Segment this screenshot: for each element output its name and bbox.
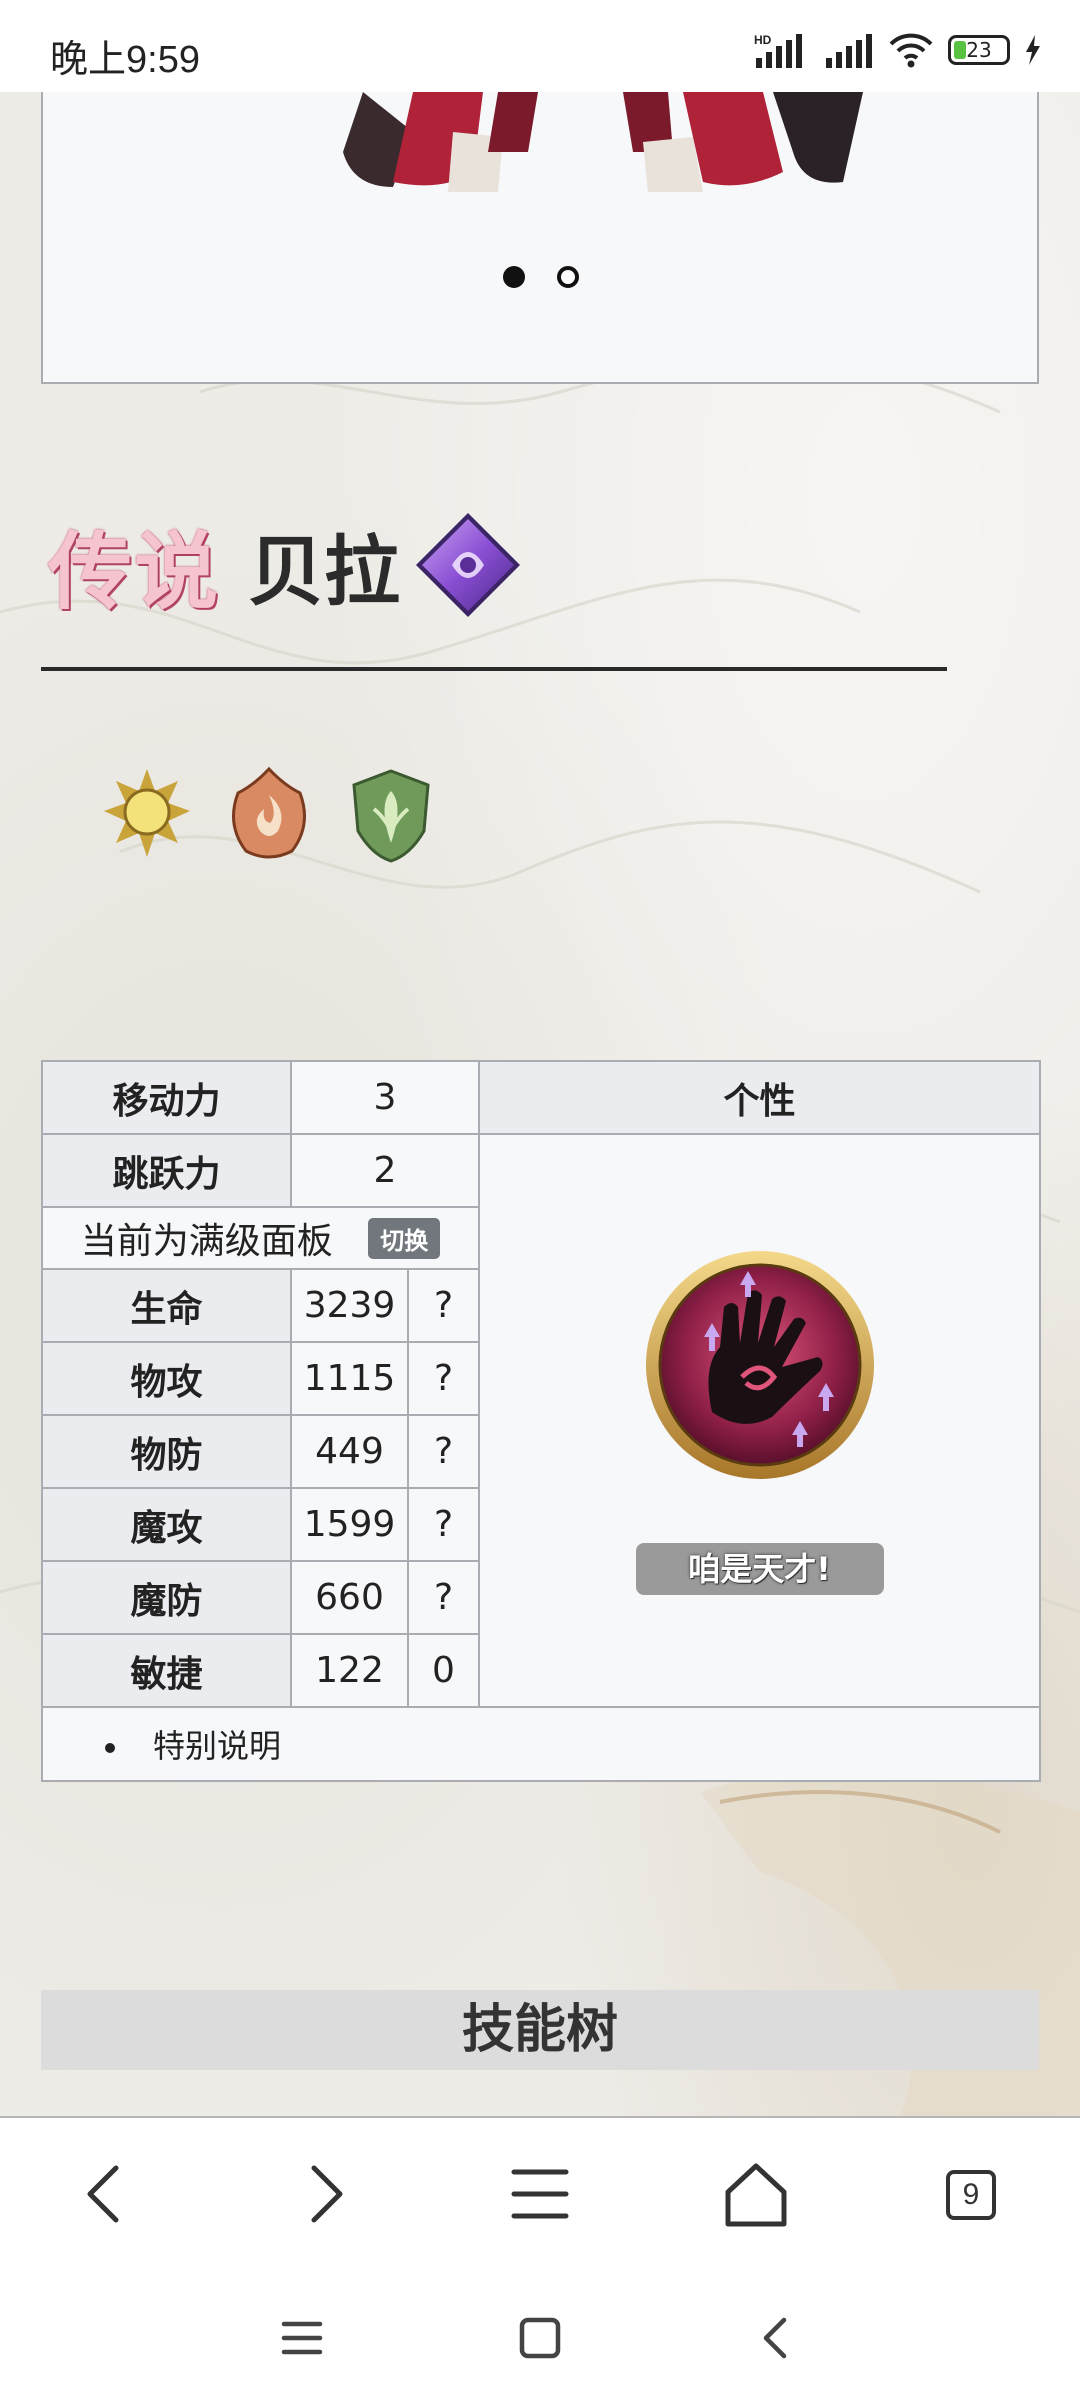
stat-extra: ? bbox=[407, 1487, 480, 1562]
charging-bolt-icon bbox=[1026, 35, 1040, 65]
carousel-dot-active[interactable] bbox=[503, 266, 525, 288]
stat-label: 物攻 bbox=[41, 1341, 292, 1416]
battery-fill bbox=[954, 41, 966, 59]
stat-value: 1115 bbox=[290, 1341, 409, 1416]
status-icons: HD 23 bbox=[754, 30, 1042, 70]
stat-value: 1599 bbox=[290, 1487, 409, 1562]
character-name: 贝拉 bbox=[248, 527, 401, 616]
carousel-dot-inactive[interactable] bbox=[557, 266, 579, 288]
bullet-icon bbox=[105, 1743, 115, 1753]
cellular-signal-hd-icon: HD bbox=[754, 33, 802, 68]
stats-table: 移动力 3 个性 跳跃力 2 咱是天才! 当前为满级面板 切换 生命 3239 … bbox=[41, 1060, 1041, 1782]
attribute-icons bbox=[100, 765, 438, 865]
status-time: 晚上9:59 bbox=[50, 39, 200, 81]
recent-apps-icon[interactable] bbox=[272, 2308, 332, 2368]
jump-value: 2 bbox=[290, 1133, 480, 1208]
special-note: 特别说明 bbox=[153, 1727, 282, 1765]
tabs-count-button[interactable]: 9 bbox=[946, 2170, 996, 2220]
stat-value: 3239 bbox=[290, 1268, 409, 1343]
trait-name: 咱是天才! bbox=[635, 1542, 884, 1595]
hand-skill-icon[interactable] bbox=[642, 1247, 878, 1483]
svg-text:HD: HD bbox=[754, 33, 772, 47]
stat-value: 122 bbox=[290, 1633, 409, 1708]
leaf-emblem-icon bbox=[352, 769, 430, 863]
stat-value: 660 bbox=[290, 1560, 409, 1635]
stat-extra: ? bbox=[407, 1560, 480, 1635]
stat-label: 魔攻 bbox=[41, 1487, 292, 1562]
cellular-signal-icon bbox=[826, 34, 872, 68]
trait-header: 个性 bbox=[478, 1060, 1041, 1135]
status-bar: 晚上9:59 HD 23 bbox=[0, 0, 1080, 92]
stat-value: 449 bbox=[290, 1414, 409, 1489]
rarity-label: 传说 bbox=[48, 521, 221, 621]
flame-emblem-icon bbox=[232, 766, 306, 859]
character-image-carousel[interactable] bbox=[41, 92, 1039, 384]
trait-cell: 咱是天才! bbox=[478, 1133, 1041, 1708]
browser-toolbar: 9 bbox=[0, 2116, 1080, 2270]
panel-note-cell: 当前为满级面板 切换 bbox=[41, 1206, 480, 1270]
purple-diamond-icon bbox=[416, 513, 521, 617]
skill-tree-header[interactable]: 技能树 bbox=[41, 1990, 1039, 2070]
battery-percent: 23 bbox=[966, 38, 992, 62]
back-icon[interactable] bbox=[746, 2308, 806, 2368]
move-value: 3 bbox=[290, 1060, 480, 1135]
character-illustration bbox=[343, 92, 863, 192]
character-title: 传说 贝拉 bbox=[48, 505, 524, 625]
title-divider bbox=[41, 667, 947, 671]
stat-label: 敏捷 bbox=[41, 1633, 292, 1708]
sun-emblem-icon bbox=[104, 769, 190, 857]
home-icon[interactable] bbox=[716, 2154, 796, 2234]
jump-label: 跳跃力 bbox=[41, 1133, 292, 1208]
stat-extra: ? bbox=[407, 1414, 480, 1489]
stat-extra: ? bbox=[407, 1341, 480, 1416]
forward-arrow-icon[interactable] bbox=[284, 2154, 364, 2234]
battery-icon: 23 bbox=[948, 35, 1010, 65]
wifi-icon bbox=[889, 33, 933, 68]
home-square-icon[interactable] bbox=[510, 2308, 570, 2368]
stat-label: 生命 bbox=[41, 1268, 292, 1343]
panel-note: 当前为满级面板 bbox=[80, 1221, 333, 1262]
stat-label: 物防 bbox=[41, 1414, 292, 1489]
move-label: 移动力 bbox=[41, 1060, 292, 1135]
stat-extra: 0 bbox=[407, 1633, 480, 1708]
back-arrow-icon[interactable] bbox=[66, 2154, 146, 2234]
menu-icon[interactable] bbox=[500, 2154, 580, 2234]
switch-button[interactable]: 切换 bbox=[368, 1218, 441, 1259]
special-note-cell: 特别说明 bbox=[41, 1706, 1041, 1782]
stat-label: 魔防 bbox=[41, 1560, 292, 1635]
system-navigation-bar bbox=[0, 2268, 1080, 2400]
stat-extra: ? bbox=[407, 1268, 480, 1343]
